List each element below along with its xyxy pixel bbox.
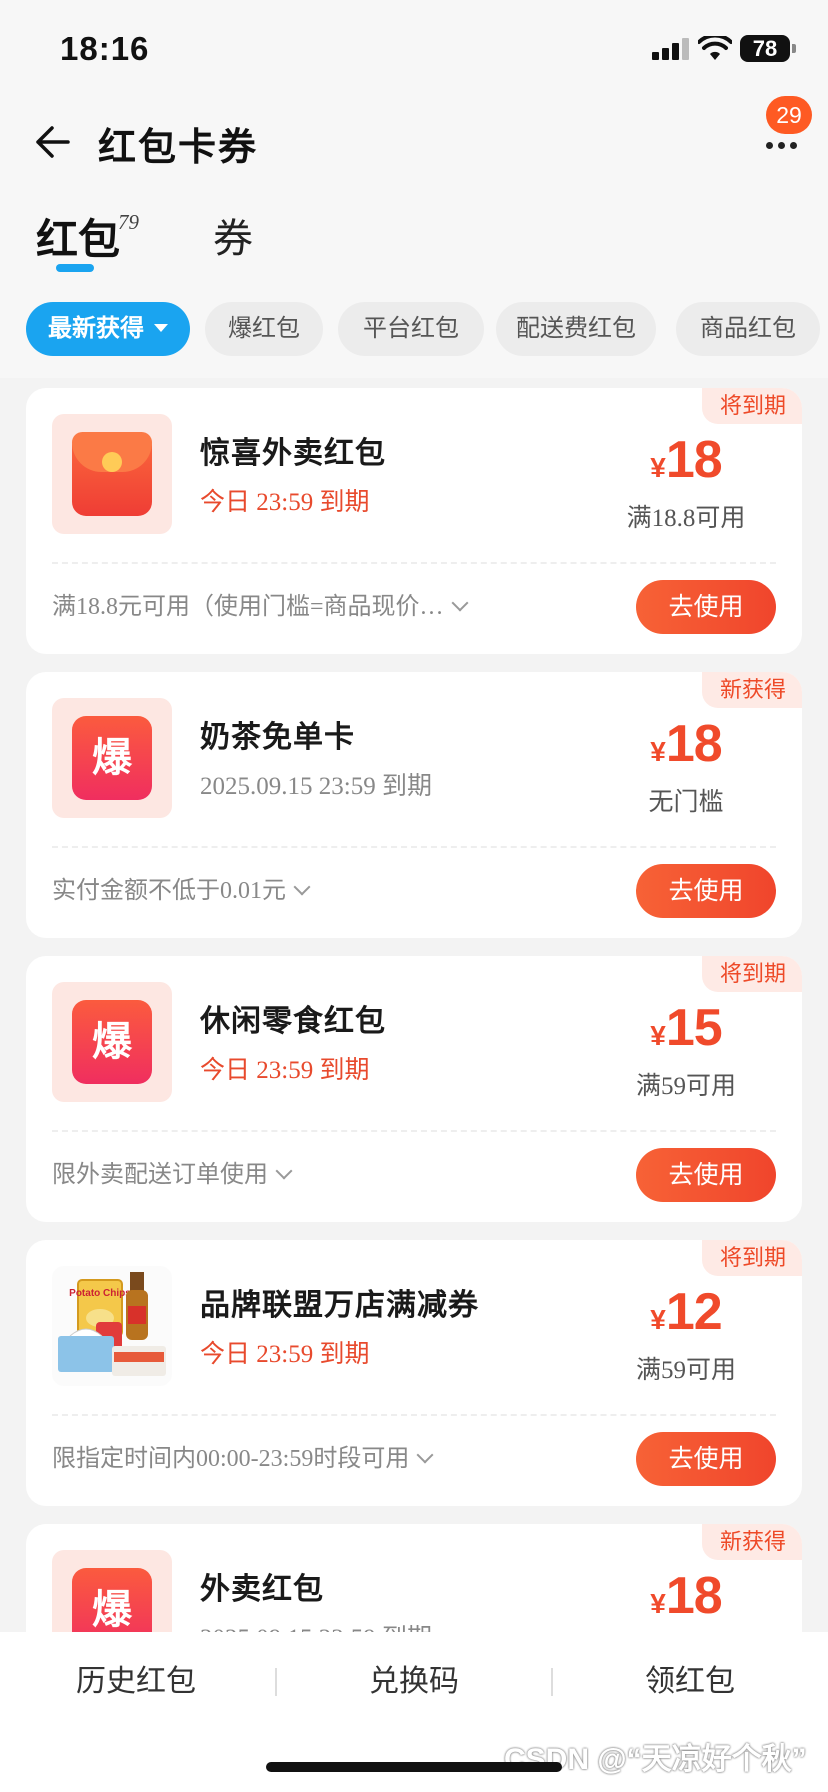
bao-icon: 爆	[72, 716, 152, 800]
chevron-down-icon	[293, 878, 311, 896]
chips-label: Potato Chips	[69, 1288, 131, 1299]
card-rule[interactable]: 限外卖配送订单使用	[52, 1154, 572, 1189]
filter-latest-label: 最新获得	[48, 315, 144, 342]
yen-sign: ¥	[650, 1020, 666, 1051]
card-condition: 无门槛	[648, 789, 724, 816]
status-tag: 将到期	[701, 1240, 802, 1276]
wifi-icon	[698, 36, 732, 60]
chevron-down-icon	[275, 1162, 293, 1180]
nav-bar: 红包卡券	[0, 100, 828, 180]
amount-value: 18	[665, 1567, 723, 1625]
card-rule[interactable]: 满18.8元可用（使用门槛=商品现价…	[52, 586, 572, 621]
caret-down-icon	[154, 323, 168, 332]
card-amount: ¥18	[596, 714, 776, 774]
use-button[interactable]: 去使用	[636, 1432, 776, 1486]
red-envelope-icon	[72, 432, 152, 516]
card-name: 品牌联盟万店满减券	[200, 1289, 479, 1322]
more-icon[interactable]	[762, 130, 802, 160]
tab-bar: 红包 79 券	[0, 196, 828, 276]
divider	[52, 562, 776, 564]
card-amount: ¥18	[596, 430, 776, 490]
card-amount: ¥15	[596, 998, 776, 1058]
page-title: 红包卡券	[98, 127, 259, 169]
card-name: 惊喜外卖红包	[200, 437, 386, 470]
signal-icon	[652, 38, 689, 60]
divider	[52, 846, 776, 848]
status-time: 18:16	[60, 30, 150, 67]
divider	[52, 1414, 776, 1416]
card-expiry: 今日 23:59 到期	[200, 1341, 370, 1368]
rule-text: 限外卖配送订单使用	[52, 1162, 268, 1188]
divider	[52, 1130, 776, 1132]
status-tag: 将到期	[701, 956, 802, 992]
snack-product-image: Potato Chips	[52, 1266, 172, 1386]
card-thumbnail: Potato Chips	[52, 1266, 172, 1386]
card-amount: ¥12	[596, 1282, 776, 1342]
filter-product[interactable]: 商品红包	[676, 302, 820, 356]
card-name: 休闲零食红包	[200, 1005, 386, 1038]
filter-chips: 最新获得 爆红包 平台红包 配送费红包 商品红包	[0, 302, 828, 360]
filter-delivery[interactable]: 配送费红包	[496, 302, 656, 356]
bao-icon: 爆	[72, 1000, 152, 1084]
red-packet-card[interactable]: 将到期 爆 休闲零食红包 今日 23:59 到期 ¥15 满59可用 限外卖配送…	[26, 956, 802, 1222]
card-rule[interactable]: 实付金额不低于0.01元	[52, 870, 572, 905]
yen-sign: ¥	[650, 1304, 666, 1335]
amount-value: 18	[665, 715, 723, 773]
card-condition: 满59可用	[635, 1073, 736, 1100]
card-amount: ¥18	[596, 1566, 776, 1626]
rule-text: 限指定时间内00:00-23:59时段可用	[52, 1446, 410, 1472]
home-indicator[interactable]	[266, 1762, 562, 1772]
card-rule[interactable]: 限指定时间内00:00-23:59时段可用	[52, 1438, 572, 1473]
yen-sign: ¥	[650, 452, 666, 483]
chevron-down-icon	[416, 1446, 434, 1464]
back-arrow-icon[interactable]	[30, 120, 74, 164]
chevron-down-icon	[451, 594, 469, 612]
top-area: 18:16 78 红包卡券 29 红包 79 券 最新获得 爆红包 平台红包 配…	[0, 0, 828, 378]
get-red-packet-button[interactable]: 领红包	[570, 1656, 810, 1700]
filter-latest[interactable]: 最新获得	[26, 302, 190, 356]
use-button[interactable]: 去使用	[636, 580, 776, 634]
red-packet-card[interactable]: 将到期 Potato Chips 品牌联盟万店满减券 今日 23:59 到期 ¥…	[26, 1240, 802, 1506]
yen-sign: ¥	[650, 1588, 666, 1619]
card-thumbnail: 爆	[52, 698, 172, 818]
amount-value: 15	[665, 999, 723, 1057]
divider	[275, 1668, 277, 1696]
divider	[551, 1668, 553, 1696]
tab-coupon[interactable]: 券	[213, 206, 253, 264]
red-packet-card[interactable]: 新获得 爆 奶茶免单卡 2025.09.15 23:59 到期 ¥18 无门槛 …	[26, 672, 802, 938]
status-tag: 新获得	[701, 1524, 802, 1560]
status-tag: 将到期	[701, 388, 802, 424]
card-condition: 满59可用	[635, 1357, 736, 1384]
card-thumbnail: 爆	[52, 982, 172, 1102]
status-tag: 新获得	[701, 672, 802, 708]
amount-value: 18	[665, 431, 723, 489]
active-tab-indicator	[56, 264, 94, 272]
rule-text: 满18.8元可用（使用门槛=商品现价…	[52, 594, 444, 620]
filter-platform[interactable]: 平台红包	[338, 302, 484, 356]
amount-value: 12	[665, 1283, 723, 1341]
history-red-packet-button[interactable]: 历史红包	[16, 1656, 256, 1700]
card-name: 奶茶免单卡	[200, 721, 355, 754]
card-name: 外卖红包	[200, 1573, 324, 1606]
card-condition: 满18.8可用	[626, 505, 746, 532]
use-button[interactable]: 去使用	[636, 1148, 776, 1202]
redeem-code-button[interactable]: 兑换码	[294, 1656, 534, 1700]
tab-red-packet-count: 79	[118, 210, 139, 234]
card-expiry: 2025.09.15 23:59 到期	[200, 773, 432, 800]
red-packet-card[interactable]: 将到期 惊喜外卖红包 今日 23:59 到期 ¥18 满18.8可用 满18.8…	[26, 388, 802, 654]
card-thumbnail	[52, 414, 172, 534]
rule-text: 实付金额不低于0.01元	[52, 878, 286, 904]
notification-badge: 29	[766, 96, 812, 134]
status-bar: 18:16 78	[0, 0, 828, 100]
use-button[interactable]: 去使用	[636, 864, 776, 918]
filter-hot[interactable]: 爆红包	[205, 302, 323, 356]
card-expiry: 今日 23:59 到期	[200, 489, 370, 516]
yen-sign: ¥	[650, 736, 666, 767]
tab-red-packet[interactable]: 红包	[36, 206, 120, 267]
battery-icon: 78	[740, 35, 796, 62]
card-expiry: 今日 23:59 到期	[200, 1057, 370, 1084]
